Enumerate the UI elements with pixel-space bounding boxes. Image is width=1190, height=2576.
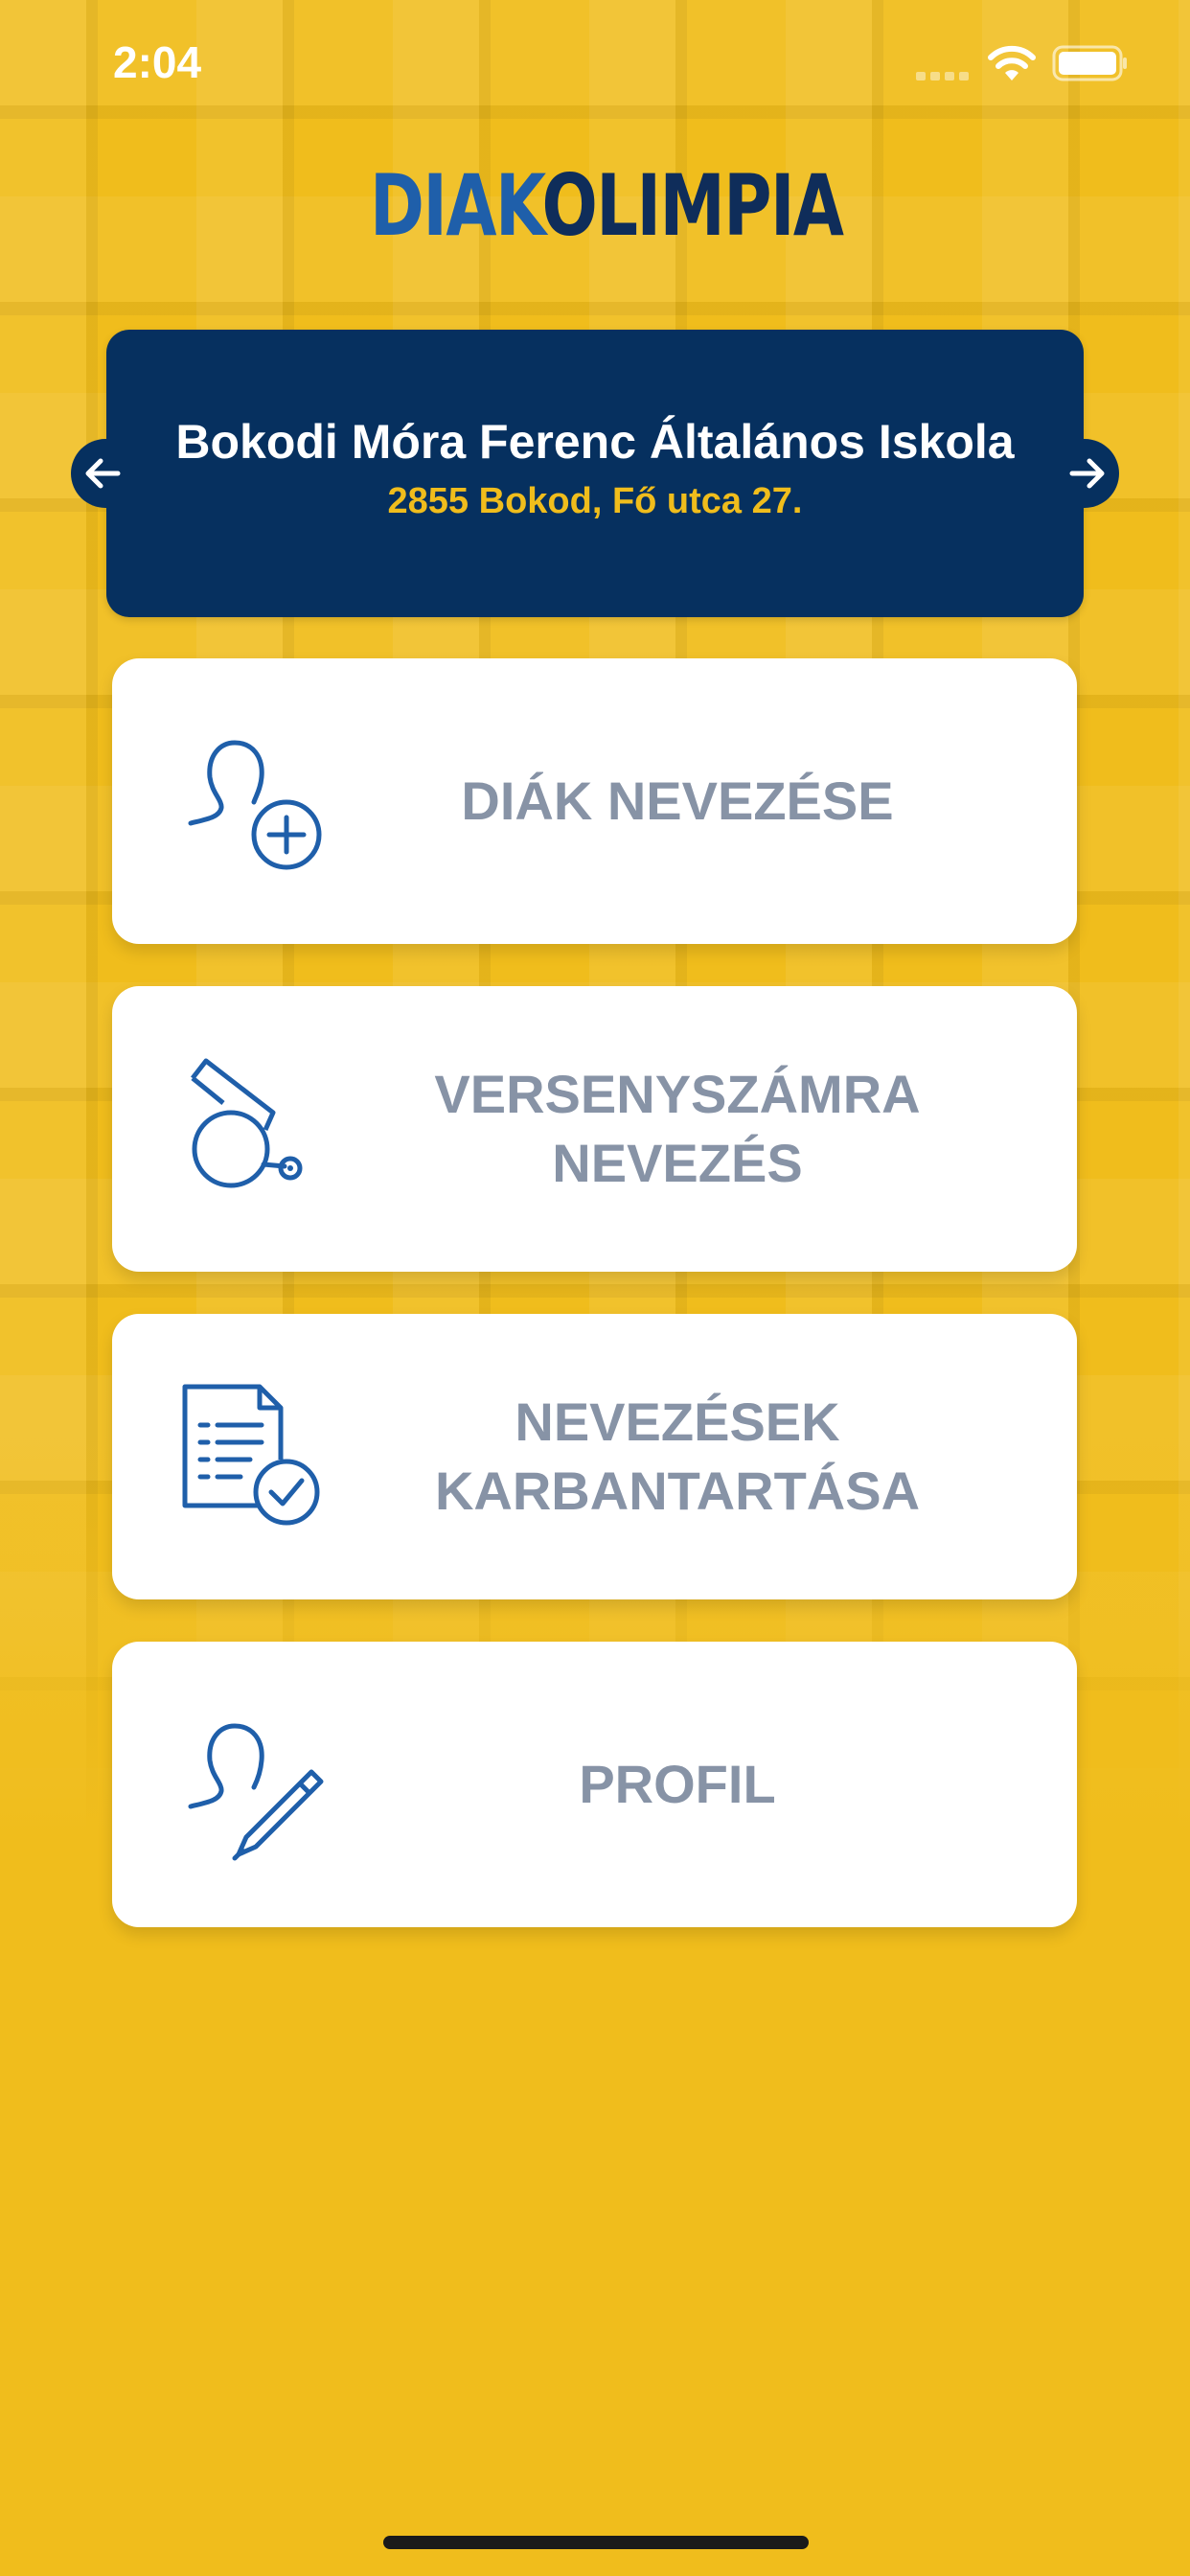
menu-manage-registrations-button[interactable]: NEVEZÉSEK KARBANTARTÁSA [112, 1314, 1077, 1599]
menu-label-event-registration: VERSENYSZÁMRA NEVEZÉS [434, 1064, 921, 1193]
menu-label-profile: PROFIL [579, 1754, 776, 1814]
menu-student-registration-button[interactable]: DIÁK NEVEZÉSE [112, 658, 1077, 944]
menu-label-manage-registrations: NEVEZÉSEK KARBANTARTÁSA [434, 1392, 921, 1521]
wifi-icon [988, 45, 1036, 80]
add-user-icon [188, 740, 322, 870]
school-selector-card: Bokodi Móra Ferenc Általános Iskola 2855… [106, 330, 1084, 617]
logo-part-diak: DIAK [370, 156, 543, 255]
battery-icon [1052, 45, 1127, 81]
home-indicator[interactable] [383, 2536, 809, 2549]
arrow-left-icon [85, 458, 121, 489]
school-name: Bokodi Móra Ferenc Általános Iskola [175, 415, 1015, 469]
arrow-right-icon [1069, 458, 1105, 489]
cellular-signal-icon [916, 72, 969, 80]
background-fade [0, 1438, 1190, 2576]
logo-part-olimpia: OLIMPIA [541, 156, 845, 255]
whistle-icon [191, 1058, 303, 1188]
previous-school-button[interactable] [71, 439, 134, 508]
menu-event-registration-button[interactable]: VERSENYSZÁMRA NEVEZÉS [112, 986, 1077, 1272]
checklist-document-icon [182, 1384, 320, 1526]
diakolimpia-logo: DIAKOLIMPIA [370, 156, 844, 255]
next-school-button[interactable] [1056, 439, 1119, 508]
menu-profile-button[interactable]: PROFIL [112, 1642, 1077, 1927]
status-bar: 2:04 [0, 0, 1190, 126]
school-address: 2855 Bokod, Fő utca 27. [387, 481, 803, 521]
edit-profile-icon [188, 1723, 324, 1861]
menu-label-student-registration: DIÁK NEVEZÉSE [461, 770, 894, 831]
status-time: 2:04 [113, 37, 202, 87]
